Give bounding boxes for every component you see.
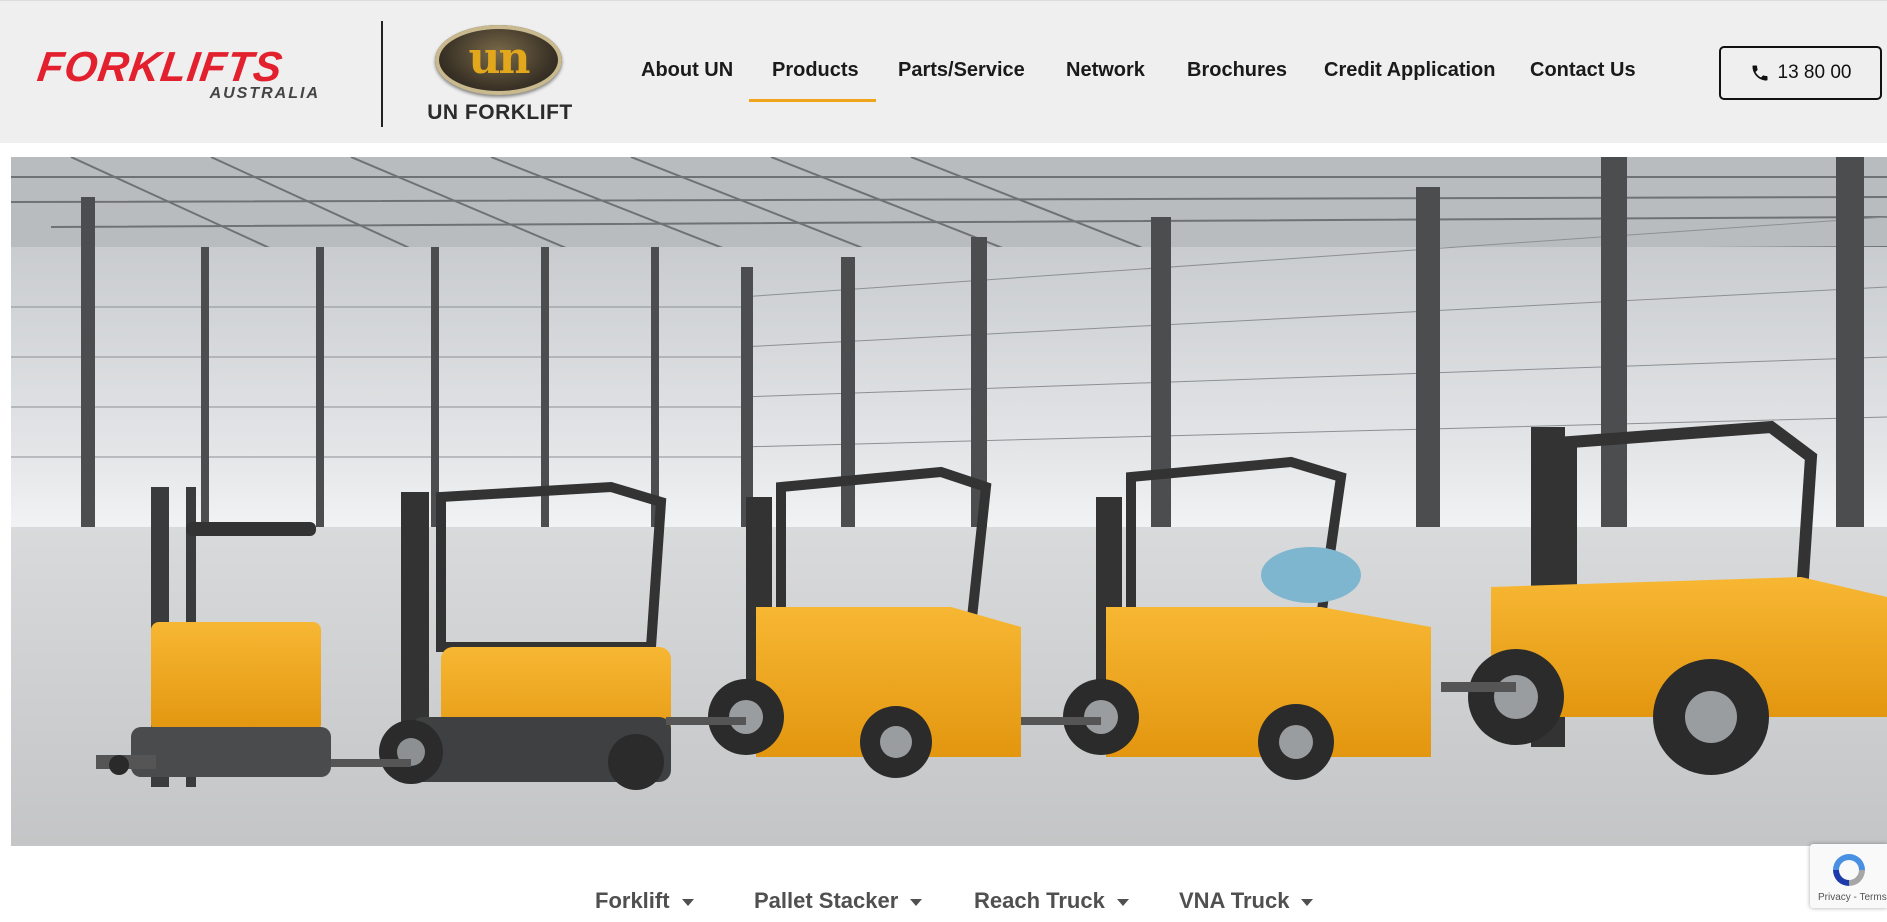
nav-products[interactable]: Products [772,59,859,82]
nav-active-indicator [749,99,876,102]
caret-down-icon [1116,898,1129,906]
nav-credit-application[interactable]: Credit Application [1324,59,1495,82]
logo-primary-name: FORKLIFTS [34,43,287,90]
un-emblem-letters: un [468,33,531,84]
caret-down-icon [681,898,694,906]
phone-icon [1752,65,1768,81]
caret-down-icon [1301,898,1314,906]
submenu-forklift-label: Forklift [595,888,670,913]
un-forklift-wordmark: UN FORKLIFT [427,101,573,124]
phone-number: 13 80 00 [1777,62,1852,83]
caret-down-icon [910,898,923,906]
nav-about-un[interactable]: About UN [641,59,733,82]
nav-parts-service[interactable]: Parts/Service [898,59,1025,82]
logo-divider [381,21,383,127]
submenu-vna-truck-label: VNA Truck [1179,888,1290,913]
nav-network[interactable]: Network [1066,59,1145,82]
submenu-pallet-stacker[interactable]: Pallet Stacker [754,888,923,914]
submenu-forklift[interactable]: Forklift [595,888,694,914]
submenu-pallet-stacker-label: Pallet Stacker [754,888,899,913]
submenu-reach-truck[interactable]: Reach Truck [974,888,1129,914]
nav-contact-us[interactable]: Contact Us [1530,59,1636,82]
un-emblem: un [435,25,562,95]
site-header: FORKLIFTS AUSTRALIA un UN FORKLIFT About… [0,0,1887,143]
warehouse-forklifts-illustration [11,157,1887,846]
product-category-menu: Forklift Pallet Stacker Reach Truck VNA … [0,880,1887,922]
forklifts-australia-logo[interactable]: FORKLIFTS AUSTRALIA [34,43,328,102]
submenu-reach-truck-label: Reach Truck [974,888,1105,913]
hero-image [11,157,1887,846]
recaptcha-icon [1833,854,1865,886]
nav-brochures[interactable]: Brochures [1187,59,1287,82]
phone-button[interactable]: 13 80 00 [1719,46,1882,100]
submenu-vna-truck[interactable]: VNA Truck [1179,888,1314,914]
logo-primary-sub: AUSTRALIA [209,85,320,102]
un-forklift-logo[interactable]: un UN FORKLIFT [418,23,582,127]
recaptcha-badge[interactable]: Privacy - Terms [1810,844,1887,908]
recaptcha-links[interactable]: Privacy - Terms [1818,892,1887,903]
